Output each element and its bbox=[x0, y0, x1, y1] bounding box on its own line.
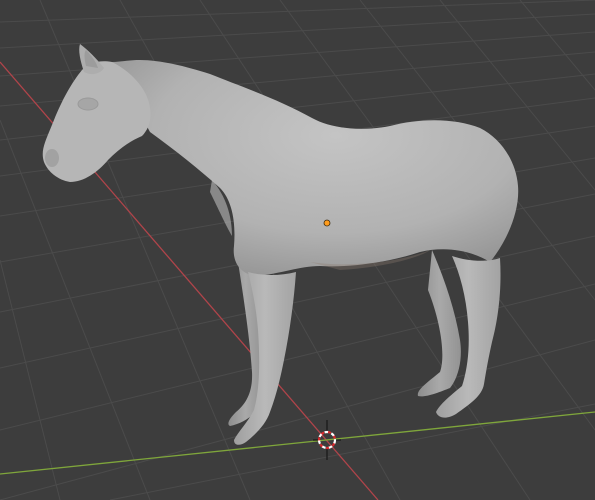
horse-nostril bbox=[45, 149, 59, 167]
horse-eye-ridge bbox=[77, 97, 99, 111]
object-origin-icon[interactable] bbox=[323, 219, 331, 227]
viewport-canvas[interactable] bbox=[0, 0, 595, 500]
3d-viewport[interactable] bbox=[0, 0, 595, 500]
